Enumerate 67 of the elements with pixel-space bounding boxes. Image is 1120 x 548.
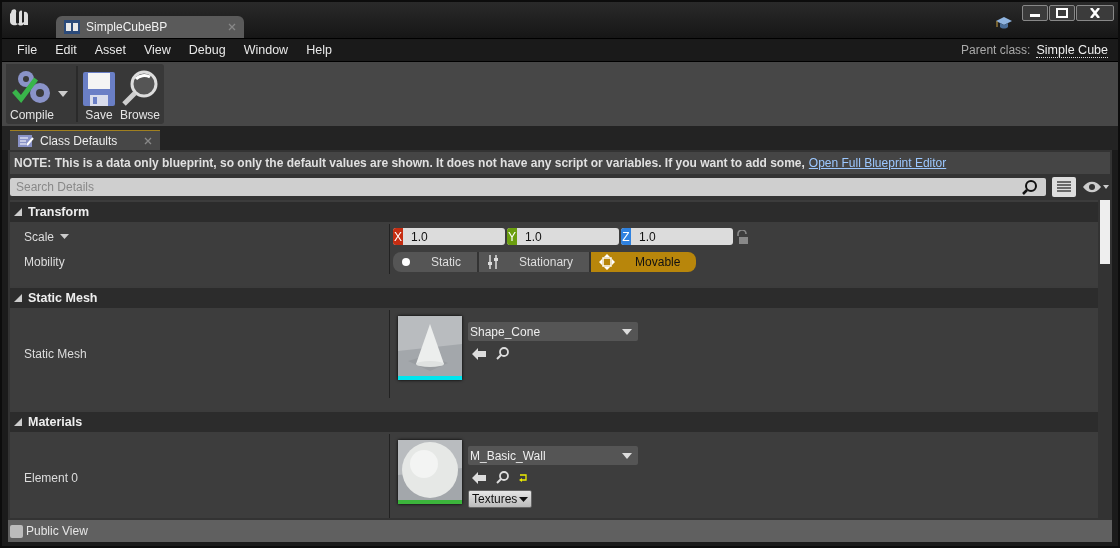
parent-class-label: Parent class: [961,43,1031,57]
dot-icon [401,256,411,267]
maximize-icon [1055,8,1069,18]
note-text: NOTE: This is a data only blueprint, so only the default values are shown. It does not have any script or variables. If you want to add some, [14,156,805,170]
textures-dropdown-button[interactable]: Textures [468,490,533,508]
close-button[interactable] [1076,5,1114,21]
property-label: Static Mesh [24,347,87,361]
dropdown-caret-icon [519,496,529,502]
padlock-icon[interactable] [735,229,749,244]
close-icon[interactable] [144,136,152,145]
minimize-button[interactable] [1022,5,1048,21]
search-field[interactable]: Search Details [10,178,1046,196]
mobility-option[interactable]: Stationary [479,251,592,272]
toolbar-button[interactable]: Compile [10,69,54,122]
open-editor-link[interactable]: Open Full Blueprint Editor [808,156,947,170]
toolbar-button[interactable]: Save [82,71,116,122]
public-view-checkbox[interactable]: Public View [10,524,88,538]
eye-icon[interactable] [1082,180,1110,194]
section-header[interactable]: Materials [10,410,1098,432]
scrollbar-thumb[interactable] [1100,200,1110,264]
search-icon[interactable] [496,471,509,484]
property-label: Scale [24,229,55,244]
magnifier-icon [120,69,160,107]
parent-class-link[interactable]: Simple Cube [1036,42,1108,58]
menu-item[interactable]: Debug [179,43,235,57]
number-field[interactable]: Z 1.0 [621,228,733,245]
panel-tab-title: Class Defaults [40,133,118,148]
asset-dropdown[interactable]: M_Basic_Wall [468,446,638,465]
axis-tag: Y [507,228,517,245]
document-title: SimpleCubeBP [86,20,168,34]
close-icon [1088,8,1102,18]
document-tab[interactable]: SimpleCubeBP [56,16,244,38]
axis-tag: Z [621,228,631,245]
dropdown-caret-icon [622,328,632,335]
view-options-button[interactable] [1052,177,1076,197]
reset-arrow-icon[interactable] [519,473,527,482]
menu-item[interactable]: Asset [85,43,135,57]
property-label: Mobility [24,254,65,269]
number-field[interactable]: Y 1.0 [507,228,619,245]
sliders-icon [487,254,499,269]
dropdown-caret-icon[interactable] [60,234,70,239]
book-icon [64,20,80,34]
panel-tab[interactable]: Class Defaults [10,130,160,150]
menu-item[interactable]: View [134,43,180,57]
property-label: Element 0 [24,471,79,485]
menu-item[interactable]: Edit [46,43,86,57]
graduation-cap-icon[interactable] [996,15,1012,31]
number-field[interactable]: X 1.0 [393,228,505,245]
menu-item[interactable]: Window [234,43,298,57]
dropdown-caret-icon [622,452,632,459]
menu-item[interactable]: Help [297,43,341,57]
search-icon[interactable] [496,347,509,360]
move-arrows-icon [599,253,616,270]
section-header[interactable]: Transform [10,200,1098,222]
maximize-button[interactable] [1049,5,1075,21]
mobility-option[interactable]: Movable [591,251,697,272]
axis-tag: X [393,228,403,245]
toolbar-button[interactable]: Browse [120,69,161,122]
mobility-option[interactable]: Static [393,251,479,272]
asset-dropdown[interactable]: Shape_Cone [468,322,638,341]
dropdown-caret-icon[interactable] [58,91,68,97]
list-edit-icon [18,134,34,147]
list-icon [1057,181,1071,193]
left-arrow-icon[interactable] [472,347,486,360]
menu-item[interactable]: File [8,43,47,57]
section-header[interactable]: Static Mesh [10,286,1098,308]
left-arrow-icon[interactable] [472,471,486,484]
